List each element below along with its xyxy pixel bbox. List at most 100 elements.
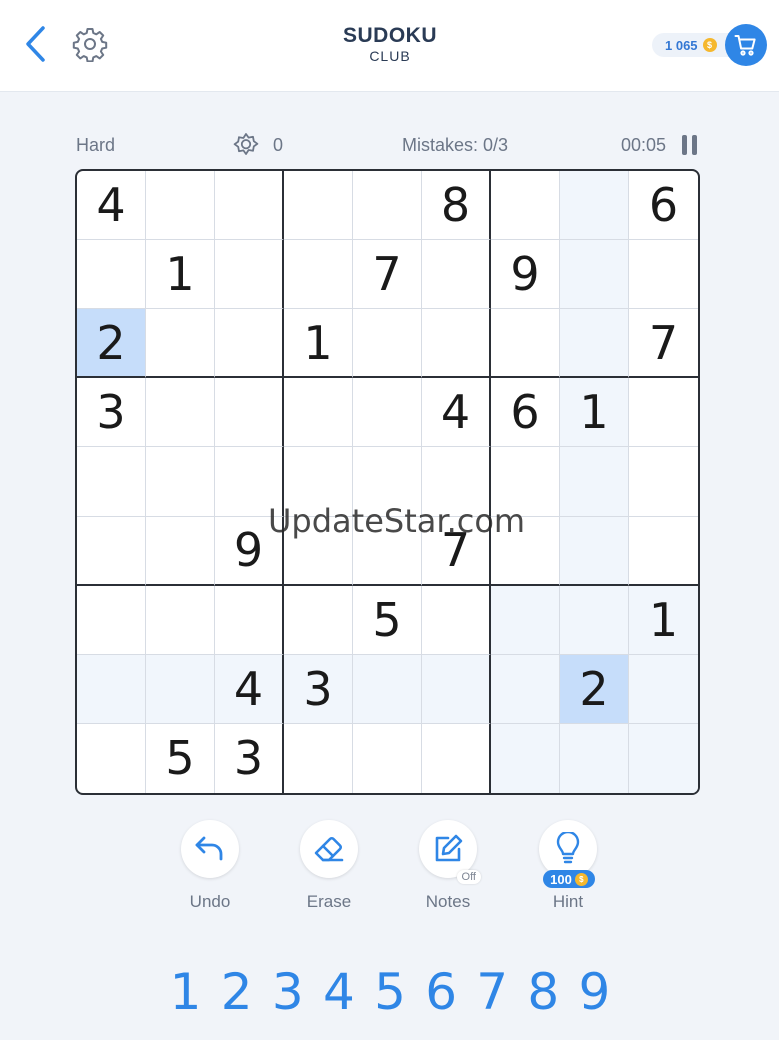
board-cell-r3c3[interactable] [215, 309, 284, 379]
cart-icon [734, 35, 756, 56]
numpad-key-7[interactable]: 7 [467, 962, 518, 1022]
numpad-key-8[interactable]: 8 [518, 962, 569, 1022]
board-cell-r3c8[interactable] [560, 309, 629, 379]
settings-button[interactable] [70, 24, 110, 64]
board-cell-r4c3[interactable] [215, 378, 284, 448]
numpad-key-9[interactable]: 9 [569, 962, 620, 1022]
board-cell-r8c2[interactable] [146, 654, 215, 724]
board-cell-r7c6[interactable] [422, 585, 491, 655]
lightbulb-icon [556, 832, 580, 864]
board-cell-r4c1[interactable]: 3 [77, 378, 146, 448]
board-cell-r2c2[interactable]: 1 [146, 240, 215, 310]
board-cell-r4c8[interactable]: 1 [560, 378, 629, 448]
board-cell-r7c5[interactable]: 5 [353, 585, 422, 655]
board-cell-r5c8[interactable] [560, 447, 629, 517]
board-cell-r8c4[interactable]: 3 [284, 654, 353, 724]
board-cell-r2c6[interactable] [422, 240, 491, 310]
board-cell-r9c3[interactable]: 3 [215, 723, 284, 793]
board-cell-r6c9[interactable] [629, 517, 698, 586]
board-cell-r2c8[interactable] [560, 240, 629, 310]
hint-cost: 100 [550, 871, 572, 887]
board-cell-r4c9[interactable] [629, 378, 698, 448]
shop-button[interactable] [725, 24, 767, 66]
numpad-key-4[interactable]: 4 [313, 962, 364, 1022]
numpad-key-3[interactable]: 3 [262, 962, 313, 1022]
board-cell-r2c9[interactable] [629, 240, 698, 310]
board-cell-r7c7[interactable] [491, 585, 560, 655]
board-cell-r1c8[interactable] [560, 171, 629, 241]
numpad-key-5[interactable]: 5 [364, 962, 415, 1022]
board-cell-r2c7[interactable]: 9 [491, 240, 560, 310]
board-cell-r8c7[interactable] [491, 654, 560, 724]
board-cell-r5c2[interactable] [146, 447, 215, 517]
board-cell-r8c3[interactable]: 4 [215, 654, 284, 724]
board-cell-r9c8[interactable] [560, 723, 629, 793]
board-cell-r9c7[interactable] [491, 723, 560, 793]
board-cell-r3c4[interactable]: 1 [284, 309, 353, 379]
board-cell-r4c6[interactable]: 4 [422, 378, 491, 448]
board-cell-r4c5[interactable] [353, 378, 422, 448]
board-cell-r3c7[interactable] [491, 309, 560, 379]
title-subtitle: CLUB [369, 48, 411, 64]
board-cell-r1c6[interactable]: 8 [422, 171, 491, 241]
board-cell-r2c1[interactable] [77, 240, 146, 310]
board-cell-r9c1[interactable] [77, 723, 146, 793]
board-cell-r9c5[interactable] [353, 723, 422, 793]
board-cell-r3c2[interactable] [146, 309, 215, 379]
board-cell-r1c9[interactable]: 6 [629, 171, 698, 241]
board-cell-r3c6[interactable] [422, 309, 491, 379]
board-cell-r7c9[interactable]: 1 [629, 585, 698, 655]
board-cell-r8c5[interactable] [353, 654, 422, 724]
board-cell-r8c8[interactable]: 2 [560, 654, 629, 724]
number-pad: 123456789 [160, 962, 620, 1022]
numpad-key-2[interactable]: 2 [211, 962, 262, 1022]
board-cell-r4c2[interactable] [146, 378, 215, 448]
undo-button[interactable]: Undo [150, 820, 270, 912]
notes-button[interactable]: Off Notes [388, 820, 508, 912]
board-cell-r8c6[interactable] [422, 654, 491, 724]
board-cell-r3c1[interactable]: 2 [77, 309, 146, 379]
board-cell-r7c2[interactable] [146, 585, 215, 655]
board-cell-r9c6[interactable] [422, 723, 491, 793]
board-cell-r1c7[interactable] [491, 171, 560, 241]
board-cell-r1c4[interactable] [284, 171, 353, 241]
numpad-key-6[interactable]: 6 [416, 962, 467, 1022]
erase-button[interactable]: Erase [269, 820, 389, 912]
board-cell-r6c1[interactable] [77, 516, 146, 586]
hint-button[interactable]: 100 $ Hint [508, 820, 628, 912]
board-cell-r7c3[interactable] [215, 585, 284, 655]
board-cell-r4c4[interactable] [284, 378, 353, 448]
board-cell-r3c5[interactable] [353, 309, 422, 379]
board-cell-r9c4[interactable] [284, 723, 353, 793]
board-cell-r8c9[interactable] [629, 654, 698, 724]
board-cell-r3c9[interactable]: 7 [629, 309, 698, 379]
watermark: UpdateStar.com [268, 502, 526, 540]
sudoku-board: 4861792173461975143253 [75, 169, 700, 795]
timer: 00:05 [621, 135, 667, 155]
board-cell-r9c9[interactable] [629, 723, 698, 793]
board-cell-r7c1[interactable] [77, 585, 146, 655]
numpad-key-1[interactable]: 1 [160, 962, 211, 1022]
pencil-note-icon [435, 834, 463, 862]
board-cell-r1c5[interactable] [353, 171, 422, 241]
board-cell-r9c2[interactable]: 5 [146, 723, 215, 793]
board-cell-r7c4[interactable] [284, 585, 353, 655]
board-cell-r2c5[interactable]: 7 [353, 240, 422, 310]
board-cell-r5c9[interactable] [629, 447, 698, 517]
undo-icon [195, 836, 223, 861]
board-cell-r6c2[interactable] [146, 516, 215, 586]
board-cell-r7c8[interactable] [560, 585, 629, 655]
board-cell-r5c1[interactable] [77, 447, 146, 517]
pause-button[interactable] [682, 135, 698, 155]
board-cell-r6c8[interactable] [560, 516, 629, 586]
back-button[interactable] [18, 22, 52, 66]
board-cell-r2c4[interactable] [284, 240, 353, 310]
board-cell-r1c3[interactable] [215, 171, 284, 241]
board-cell-r8c1[interactable] [77, 654, 146, 724]
board-cell-r4c7[interactable]: 6 [491, 378, 560, 448]
erase-label: Erase [306, 892, 352, 911]
board-cell-r2c3[interactable] [215, 240, 284, 310]
difficulty-label: Hard [76, 135, 116, 155]
board-cell-r1c2[interactable] [146, 171, 215, 241]
board-cell-r1c1[interactable]: 4 [77, 171, 146, 241]
